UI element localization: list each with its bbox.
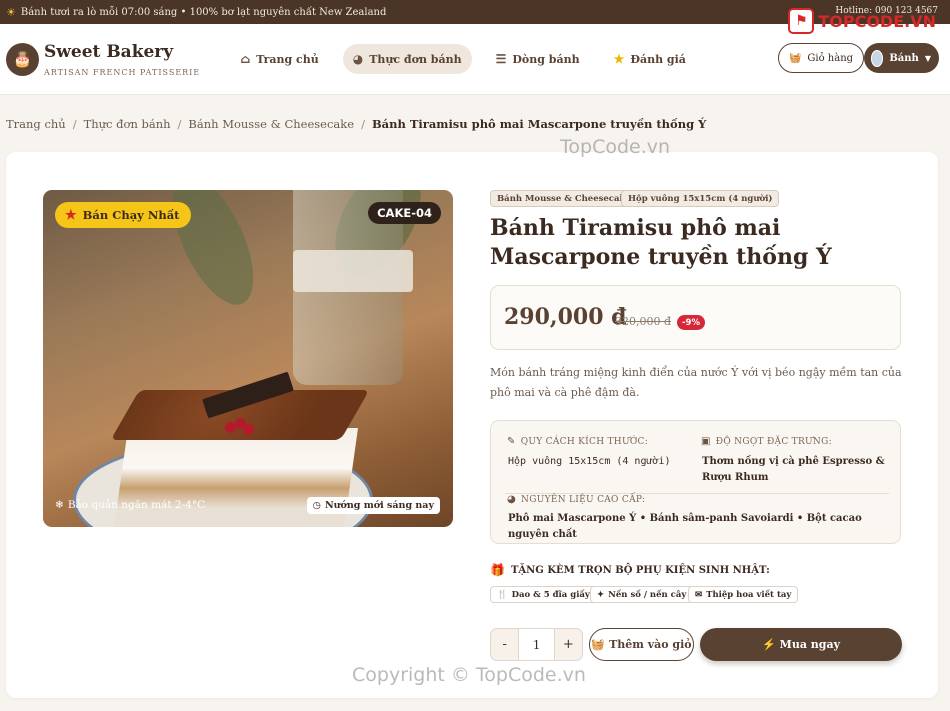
watermark-logo: ⚑ TOPCODE.VN: [788, 8, 936, 34]
product-image[interactable]: ★ Bán Chạy Nhất CAKE-04 ❄ Bảo quản ngăn …: [43, 190, 453, 527]
clock-icon: ◷: [312, 500, 321, 511]
spec-box: ✎ QUY CÁCH KÍCH THƯỚC: Hộp vuông 15x15cm…: [490, 420, 901, 544]
star-icon: ★: [613, 52, 625, 66]
breadcrumb-current: Bánh Tiramisu phô mai Mascarpone truyền …: [371, 117, 707, 131]
bestseller-label: Bán Chạy Nhất: [82, 208, 180, 222]
gift-chip-label: Thiệp hoa viết tay: [706, 589, 792, 600]
card-icon: ✉: [695, 589, 703, 600]
bakery-logo-icon[interactable]: 🎂: [6, 42, 39, 76]
decor-jar-label: [293, 250, 413, 292]
chevron-down-icon: ▼: [924, 53, 931, 63]
nav-item-label: Dòng bánh: [512, 52, 580, 66]
sweetness-spec-value: Thơm nồng vị cà phê Espresso & Rượu Rhum: [702, 456, 885, 483]
breadcrumb-separator: /: [361, 117, 365, 131]
nav-menu: ⌂ Trang chủ ◕ Thực đơn bánh ☰ Dòng bánh …: [230, 44, 696, 74]
fresh-badge-text: Nướng mới sáng nay: [324, 500, 434, 511]
magic-wand-icon: ✦: [597, 589, 605, 600]
star-icon: ★: [65, 207, 77, 223]
cookie-icon: ◕: [507, 494, 517, 505]
current-price: 290,000 đ: [504, 304, 627, 330]
cart-label: Giỏ hàng: [807, 52, 854, 64]
nav-item-home[interactable]: ⌂ Trang chủ: [230, 44, 329, 74]
breadcrumb-separator: /: [177, 117, 182, 131]
sweetness-spec-label-text: ĐỘ NGỌT ĐẶC TRƯNG:: [715, 436, 832, 447]
add-to-cart-button[interactable]: 🧺 Thêm vào giỏ: [589, 628, 694, 661]
user-name: Bánh: [889, 52, 919, 64]
sweetness-spec-label: ▣ ĐỘ NGỌT ĐẶC TRƯNG:: [701, 436, 832, 447]
home-icon: ⌂: [240, 52, 251, 66]
ingredients-spec-label: ◕ NGUYÊN LIỆU CAO CẤP:: [507, 494, 645, 505]
increase-button[interactable]: +: [555, 629, 582, 660]
berry: [243, 424, 254, 435]
ingredients-spec-label-text: NGUYÊN LIỆU CAO CẤP:: [521, 494, 646, 505]
gift-chip-candles: ✦ Nến số / nến cây: [590, 586, 694, 603]
watermark-text: TopCode.vn: [560, 136, 671, 158]
berries: [225, 418, 255, 436]
size-spec-value: Hộp vuông 15x15cm (4 người): [508, 456, 671, 467]
topcode-logo-icon: ⚑: [788, 8, 815, 34]
breadcrumb-category[interactable]: Bánh Mousse & Cheesecake: [188, 117, 354, 131]
ruler-icon: ✎: [507, 436, 516, 447]
add-to-cart-label: Thêm vào giỏ: [609, 638, 692, 651]
nav-item-menu[interactable]: ◕ Thực đơn bánh: [342, 44, 472, 74]
main-navbar: 🎂 Sweet Bakery ARTISAN FRENCH PATISSERIE…: [0, 24, 950, 95]
gift-chip-card: ✉ Thiệp hoa viết tay: [688, 586, 799, 603]
gift-chip-label: Nến số / nến cây: [608, 589, 687, 600]
price-box: 290,000 đ 320,000 đ -9%: [490, 285, 901, 350]
breadcrumb-separator: /: [72, 117, 77, 131]
snowflake-icon: ❄: [55, 499, 64, 511]
ingredients-spec-value: Phô mai Mascarpone Ý • Bánh sâm-panh Sav…: [508, 513, 862, 540]
nav-item-label: Đánh giá: [630, 52, 686, 66]
quantity-stepper: - 1 +: [490, 628, 583, 661]
breadcrumb-home[interactable]: Trang chủ: [6, 117, 66, 131]
fresh-badge: ◷ Nướng mới sáng nay: [306, 497, 440, 514]
product-description: Món bánh tráng miệng kinh điển của nước …: [490, 366, 902, 399]
breadcrumb-menu[interactable]: Thực đơn bánh: [84, 117, 171, 131]
breadcrumb: Trang chủ / Thực đơn bánh / Bánh Mousse …: [6, 117, 706, 131]
cookie-icon: ◕: [352, 52, 364, 66]
nav-item-label: Trang chủ: [256, 52, 319, 66]
brand-tagline: ARTISAN FRENCH PATISSERIE: [44, 67, 201, 77]
gift-heading-text: TẶNG KÈM TRỌN BỘ PHỤ KIỆN SINH NHẬT:: [510, 564, 770, 576]
discount-badge: -9%: [677, 315, 705, 330]
nav-item-categories[interactable]: ☰ Dòng bánh: [486, 44, 590, 74]
storage-note: ❄ Bảo quản ngăn mát 2-4°C: [55, 499, 205, 511]
bestseller-badge: ★ Bán Chạy Nhất: [55, 202, 192, 228]
layers-icon: ☰: [495, 52, 507, 66]
brand-name: Sweet Bakery: [44, 41, 174, 62]
cube-icon: ▣: [701, 436, 711, 447]
sun-icon: ☀: [6, 5, 16, 19]
gift-chip-label: Dao & 5 đĩa giấy: [511, 589, 590, 600]
gift-icon: 🎁: [490, 563, 505, 577]
user-menu-button[interactable]: Bánh ▼: [864, 43, 939, 73]
avatar: [871, 49, 884, 67]
product-code-badge: CAKE-04: [368, 202, 441, 224]
copyright-watermark: Copyright © TopCode.vn: [352, 664, 586, 686]
nav-item-label: Thực đơn bánh: [369, 52, 462, 66]
announcement-text: Bánh tươi ra lò mỗi 07:00 sáng • 100% bơ…: [20, 6, 387, 18]
utensils-icon: 🍴: [497, 589, 508, 600]
quantity-input[interactable]: 1: [518, 629, 555, 660]
lightning-icon: ⚡: [761, 638, 776, 651]
watermark-brand-text: TOPCODE.VN: [818, 11, 936, 31]
gift-heading: 🎁 TẶNG KÈM TRỌN BỘ PHỤ KIỆN SINH NHẬT:: [490, 563, 770, 577]
size-tag: Hộp vuông 15x15cm (4 người): [621, 190, 780, 207]
size-spec-label: ✎ QUY CÁCH KÍCH THƯỚC:: [507, 436, 648, 447]
product-title: Bánh Tiramisu phô mai Mascarpone truyền …: [490, 215, 832, 270]
category-tag[interactable]: Bánh Mousse & Cheesecake: [490, 190, 638, 207]
nav-item-reviews[interactable]: ★ Đánh giá: [604, 44, 696, 74]
brand[interactable]: Sweet Bakery ARTISAN FRENCH PATISSERIE: [44, 42, 200, 77]
old-price: 320,000 đ: [615, 315, 672, 328]
storage-note-text: Bảo quản ngăn mát 2-4°C: [67, 499, 206, 511]
buy-now-button[interactable]: ⚡ Mua ngay: [700, 628, 902, 661]
decrease-button[interactable]: -: [491, 629, 518, 660]
gift-chip-cutlery: 🍴 Dao & 5 đĩa giấy: [490, 586, 597, 603]
size-spec-label-text: QUY CÁCH KÍCH THƯỚC:: [520, 436, 649, 447]
cart-button[interactable]: 🧺 Giỏ hàng: [778, 43, 864, 73]
basket-icon: 🧺: [591, 638, 606, 651]
basket-icon: 🧺: [788, 52, 802, 64]
buy-now-label: Mua ngay: [779, 638, 841, 651]
